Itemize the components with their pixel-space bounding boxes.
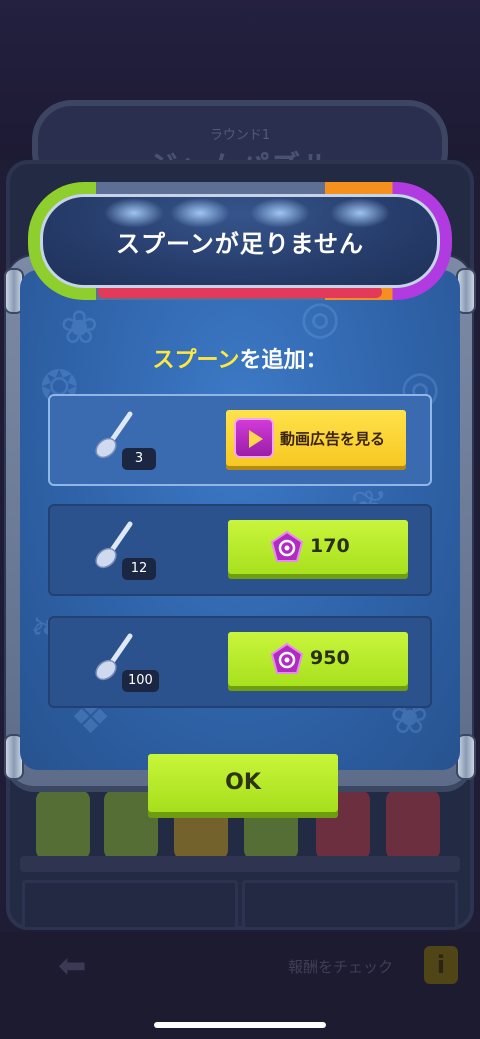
jam-jar xyxy=(386,790,440,860)
round-label: ラウンド1 xyxy=(209,128,271,143)
cabinet-drawer xyxy=(242,880,458,930)
heading-rest: を追加： xyxy=(239,348,328,373)
dialog-title: スプーンが足りません xyxy=(115,230,365,258)
heading-highlight: スプーン xyxy=(152,348,240,373)
gem-icon xyxy=(270,530,304,562)
buy-100-spoons-button[interactable]: 950 xyxy=(228,632,408,686)
back-arrow-icon: ⬅ xyxy=(58,946,87,986)
jar-shelf xyxy=(20,856,460,872)
video-ad-icon xyxy=(234,418,274,458)
gem-price: 950 xyxy=(310,647,350,669)
ok-button[interactable]: OK xyxy=(148,754,338,812)
gem-price: 170 xyxy=(310,535,350,557)
offer-row-gem-small: 12 170 xyxy=(48,504,432,596)
gem-icon xyxy=(270,642,304,674)
buy-12-spoons-button[interactable]: 170 xyxy=(228,520,408,574)
spoon-count-badge: 3 xyxy=(122,448,156,470)
offer-row-ad: 3 動画広告を見る xyxy=(48,394,432,486)
offer-row-gem-large: 100 950 xyxy=(48,616,432,708)
spoon-count-badge: 100 xyxy=(122,670,159,692)
watch-ad-button[interactable]: 動画広告を見る xyxy=(226,410,406,466)
spoon-count-badge: 12 xyxy=(122,558,156,580)
watch-ad-label: 動画広告を見る xyxy=(280,430,386,448)
info-icon: i xyxy=(424,946,458,984)
home-indicator xyxy=(154,1022,326,1028)
add-spoons-heading: スプーンを追加： xyxy=(20,342,460,374)
jam-jar xyxy=(36,790,90,860)
reward-check-link: 報酬をチェック xyxy=(288,958,394,976)
cabinet-drawer xyxy=(22,880,238,930)
